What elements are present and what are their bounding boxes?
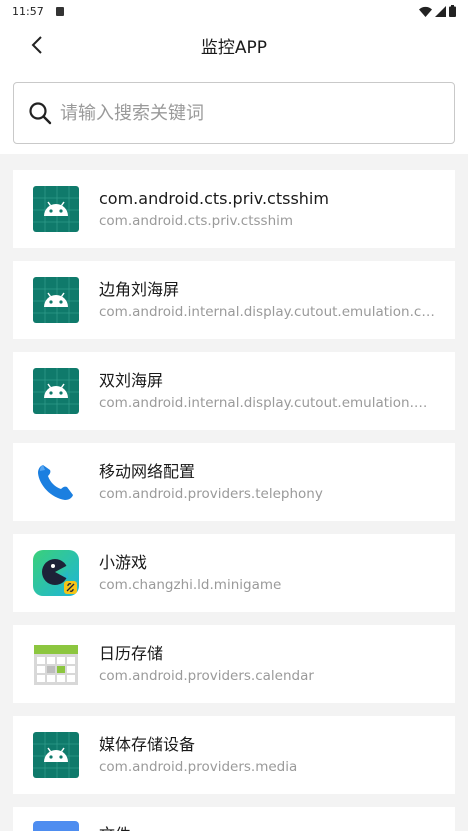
app-list-item[interactable]: 移动网络配置 com.android.providers.telephony — [13, 443, 455, 521]
app-list-item[interactable]: 边角刘海屏 com.android.internal.display.cutou… — [13, 261, 455, 339]
app-list-item[interactable]: 媒体存储设备 com.android.providers.media — [13, 716, 455, 794]
app-package: com.android.providers.telephony — [99, 485, 323, 502]
app-name: 边角刘海屏 — [99, 279, 180, 299]
app-name: 移动网络配置 — [99, 461, 196, 481]
app-list: com.android.cts.priv.ctsshim com.android… — [13, 170, 455, 807]
app-package: com.android.providers.calendar — [99, 667, 314, 684]
app-list-item[interactable]: com.android.cts.priv.ctsshim com.android… — [13, 170, 455, 248]
back-button[interactable] — [24, 32, 50, 58]
wifi-icon — [419, 6, 432, 17]
app-package: com.android.cts.priv.ctsshim — [99, 212, 294, 229]
minigame-icon — [33, 550, 79, 596]
file-icon — [33, 821, 79, 831]
app-name: com.android.cts.priv.ctsshim — [99, 188, 329, 208]
app-name: 日历存储 — [99, 643, 164, 663]
search-input[interactable] — [60, 102, 420, 124]
app-list-item[interactable]: 小游戏 com.changzhi.ld.minigame — [13, 534, 455, 612]
chevron-left-icon — [31, 36, 42, 54]
app-name: 文件 — [99, 821, 131, 831]
calendar-storage-icon — [34, 645, 78, 685]
app-list-item[interactable]: 日历存储 com.android.providers.calendar — [13, 625, 455, 703]
app-name: 小游戏 — [99, 552, 148, 572]
android-icon — [33, 732, 79, 778]
status-bar: 11:57 — [0, 0, 468, 22]
signal-icon — [435, 5, 446, 17]
app-package: com.changzhi.ld.minigame — [99, 576, 282, 593]
android-icon — [33, 277, 79, 323]
app-list-item[interactable]: 双刘海屏 com.android.internal.display.cutout… — [13, 352, 455, 430]
app-package: com.android.providers.media — [99, 758, 298, 775]
page-title: 监控APP — [200, 37, 268, 58]
app-name: 双刘海屏 — [99, 370, 164, 390]
app-name: 媒体存储设备 — [99, 734, 196, 754]
status-time: 11:57 — [12, 4, 44, 18]
app-bar: 监控APP — [0, 22, 468, 68]
search-box[interactable] — [13, 82, 455, 144]
app-package: com.android.internal.display.cutout.emul… — [99, 394, 435, 411]
android-icon — [33, 186, 79, 232]
search-icon — [29, 102, 52, 125]
app-package: com.android.internal.display.cutout.emul… — [99, 303, 435, 320]
android-icon — [33, 368, 79, 414]
sim-notification-icon — [55, 6, 64, 16]
app-list-item-partial[interactable]: 文件 — [13, 807, 455, 831]
battery-icon — [449, 5, 456, 17]
phone-icon — [38, 465, 73, 500]
search-area — [0, 68, 468, 154]
